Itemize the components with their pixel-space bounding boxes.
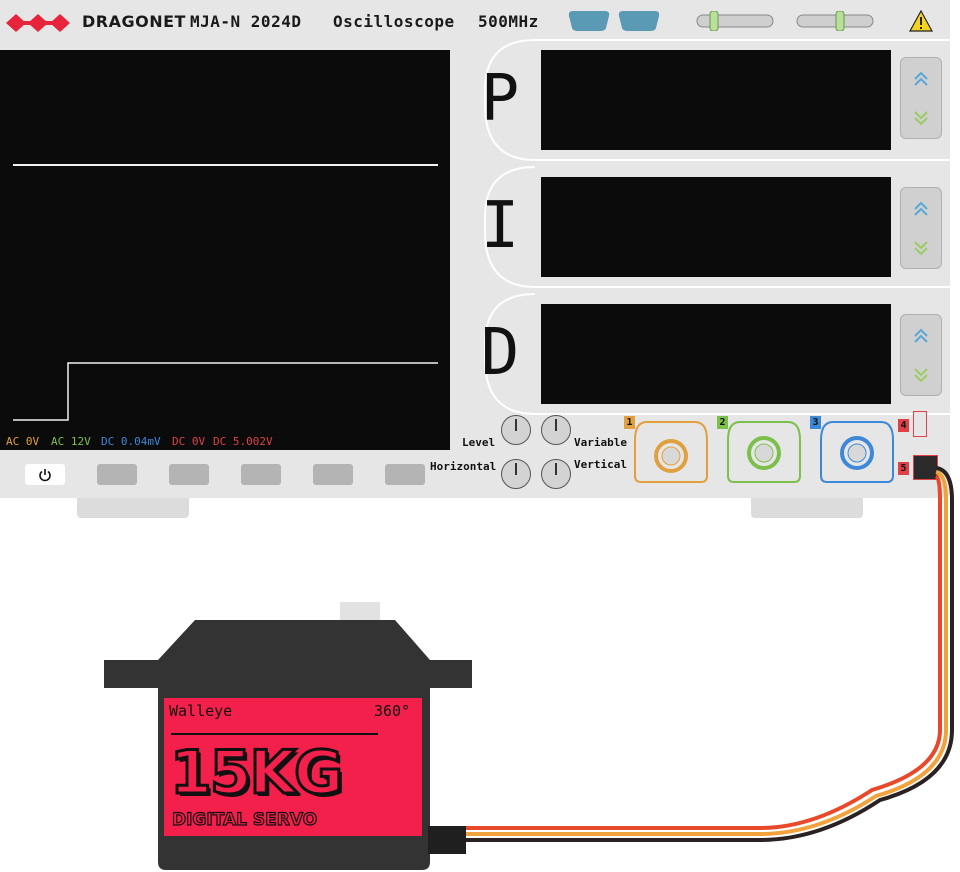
- servo-torque: 15KG: [168, 737, 344, 810]
- servo-divider: [171, 733, 378, 735]
- servo-body: [104, 602, 472, 870]
- servo-type: DIGITAL SERVO: [171, 809, 318, 830]
- servo-brand: Walleye: [169, 702, 233, 720]
- servo-rotation: 360°: [374, 702, 411, 720]
